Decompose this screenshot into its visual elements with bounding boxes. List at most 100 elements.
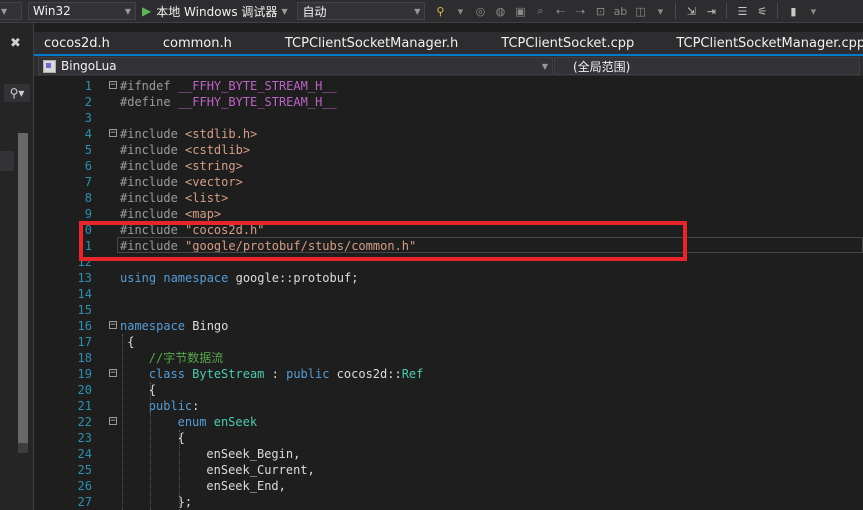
toolbar-dropdown-left[interactable]: ▼ — [0, 2, 22, 20]
selected-tree-item[interactable] — [0, 151, 14, 171]
dropdown-icon[interactable]: ▾ — [653, 4, 667, 18]
line-number: 20 — [77, 383, 92, 397]
code-line[interactable]: 25 enSeek_Current, — [34, 462, 863, 478]
fold-toggle-icon[interactable]: − — [109, 129, 117, 138]
line-number: 17 — [77, 335, 92, 349]
code-line[interactable]: 5 #include <cstdlib> — [34, 142, 863, 158]
search-icon[interactable]: ⌕ — [533, 4, 547, 18]
main-toolbar: ▼ Win32 ▼ ▶ 本地 Windows 调试器 ▼ 自动 ▼ ⚲ ▾ ◎ … — [0, 0, 863, 23]
run-debugger-label: 本地 Windows 调试器 — [156, 4, 278, 19]
line-number: 16 — [77, 319, 92, 333]
code-line[interactable]: 16 − namespace Bingo — [34, 318, 863, 334]
fold-toggle-icon[interactable]: − — [109, 417, 117, 426]
bookmark-toggle-icon[interactable]: ▮ — [786, 4, 800, 18]
code-line[interactable]: 24 enSeek_Begin, — [34, 446, 863, 462]
indent-guide — [150, 382, 151, 510]
toolbar-icon-group: ⚲ ▾ ◎ ◍ ▣ ⌕ ⇠ ⇢ ⊡ ab ◫ ▾ ⇲ ⇥ ☰ ⚟ ▮ ▾ — [433, 3, 820, 19]
code-token: //字节数据流 — [148, 351, 224, 365]
scrollbar-thumb[interactable] — [18, 133, 28, 443]
toolbar-separator — [726, 3, 728, 19]
run-debugger-button[interactable]: ▶ 本地 Windows 调试器 — [142, 3, 277, 20]
line-number: 1 — [84, 79, 92, 93]
line-number: 24 — [77, 447, 92, 461]
dropdown-icon[interactable]: ▾ — [806, 4, 820, 18]
code-line[interactable]: 19 − class ByteStream : public cocos2d::Re… — [34, 366, 863, 382]
indent-icon[interactable]: ⇥ — [704, 4, 718, 18]
code-line[interactable]: 27}; — [34, 494, 863, 510]
step-into-icon[interactable]: ⇲ — [684, 4, 698, 18]
code-line[interactable]: 21 public: — [34, 398, 863, 414]
project-icon — [43, 59, 56, 73]
code-token: google::protobuf; — [235, 271, 359, 285]
debug-step-icon[interactable]: ◎ — [473, 4, 487, 18]
code-line[interactable]: 6 #include <string> — [34, 158, 863, 174]
code-line[interactable]: 9 #include <map> — [34, 206, 863, 222]
code-text: #include <cstdlib> — [120, 142, 250, 158]
code-line[interactable]: 26 enSeek_End, — [34, 478, 863, 494]
tab-tcpclientsocketmanager-cpp[interactable]: TCPClientSocketManager.cpp — [666, 32, 863, 54]
format-icon[interactable]: ab — [613, 4, 628, 18]
uncomment-icon[interactable]: ⚟ — [755, 4, 769, 18]
code-line[interactable]: 22 − enum enSeek — [34, 414, 863, 430]
line-number: 3 — [84, 111, 92, 125]
config-dropdown[interactable]: 自动 ▼ — [297, 2, 426, 20]
navigate-forward-icon[interactable]: ⇢ — [573, 4, 587, 18]
platform-value: Win32 — [33, 4, 71, 18]
code-line[interactable]: 1 − #ifndef __FFHY_BYTE_STREAM_H__ — [34, 78, 863, 94]
code-line[interactable]: 15 — [34, 302, 863, 318]
run-options-dropdown[interactable]: ▼ — [277, 2, 295, 20]
code-text: #include <string> — [120, 158, 243, 174]
line-number: 15 — [77, 303, 92, 317]
code-text: #include <list> — [120, 190, 228, 206]
bookmark-icon[interactable]: ⊡ — [593, 4, 607, 18]
search-icon[interactable]: ⚲▾ — [4, 84, 30, 102]
scope-dropdown[interactable]: (全局范围) — [554, 57, 860, 75]
code-line[interactable]: 23{ — [34, 430, 863, 446]
document-tabs: cocos2d.h common.h TCPClientSocketManage… — [34, 32, 863, 54]
play-icon: ▶ — [142, 4, 152, 18]
tab-cocos2d-h[interactable]: cocos2d.h — [34, 32, 120, 54]
breakpoint-icon[interactable]: ◍ — [493, 4, 507, 18]
config-value: 自动 — [302, 4, 327, 19]
line-number: 5 — [84, 143, 92, 157]
dropdown-icon[interactable]: ▾ — [453, 4, 467, 18]
code-line[interactable]: 18 //字节数据流 — [34, 350, 863, 366]
code-line[interactable]: 2 #define __FFHY_BYTE_STREAM_H__ — [34, 94, 863, 110]
platform-dropdown[interactable]: Win32 ▼ — [28, 2, 136, 20]
code-line[interactable]: 20{ — [34, 382, 863, 398]
code-line[interactable]: 13 using namespace google::protobuf; — [34, 270, 863, 286]
tab-common-h[interactable]: common.h — [153, 32, 242, 54]
comment-icon[interactable]: ☰ — [735, 4, 749, 18]
code-line[interactable]: 3 — [34, 110, 863, 126]
code-line[interactable]: 14 — [34, 286, 863, 302]
tab-tcpclientsocketmanager-h[interactable]: TCPClientSocketManager.h — [275, 32, 468, 54]
navigate-back-icon[interactable]: ⇠ — [553, 4, 567, 18]
navigation-bar: BingoLua ▼ (全局范围) — [34, 56, 863, 76]
code-token: enSeek_Begin, — [206, 447, 301, 461]
tab-tcpclientsocket-cpp[interactable]: TCPClientSocket.cpp — [491, 32, 644, 54]
fold-toggle-icon[interactable]: − — [109, 81, 117, 90]
group-icon[interactable]: ◫ — [633, 4, 647, 18]
code-line[interactable]: 4 − #include <stdlib.h> — [34, 126, 863, 142]
find-in-files-icon[interactable]: ⚲ — [433, 4, 447, 18]
code-line[interactable]: 7 #include <vector> — [34, 174, 863, 190]
code-line[interactable]: 17 { — [34, 334, 863, 350]
fold-toggle-icon[interactable]: − — [109, 321, 117, 330]
panel-scrollbar[interactable] — [18, 133, 28, 453]
code-token: #include — [120, 127, 186, 141]
toolbar-separator — [777, 3, 779, 19]
code-editor[interactable]: 1− #ifndef __FFHY_BYTE_STREAM_H__ 2 #define… — [34, 77, 863, 510]
window-icon[interactable]: ▣ — [513, 4, 527, 18]
code-text: public: — [149, 398, 200, 414]
code-text: #include <vector> — [120, 174, 243, 190]
close-icon[interactable]: ✖ — [10, 36, 21, 51]
code-line[interactable]: 8 #include <list> — [34, 190, 863, 206]
project-dropdown[interactable]: BingoLua ▼ — [38, 57, 553, 75]
code-token: <stdlib.h> — [185, 127, 258, 141]
line-number: 21 — [77, 399, 92, 413]
fold-toggle-icon[interactable]: − — [109, 369, 117, 378]
chevron-down-icon: ▼ — [1, 6, 8, 16]
line-number: 27 — [77, 495, 92, 509]
code-token: namespace — [163, 271, 236, 285]
code-text: using namespace google::protobuf; — [120, 270, 358, 286]
